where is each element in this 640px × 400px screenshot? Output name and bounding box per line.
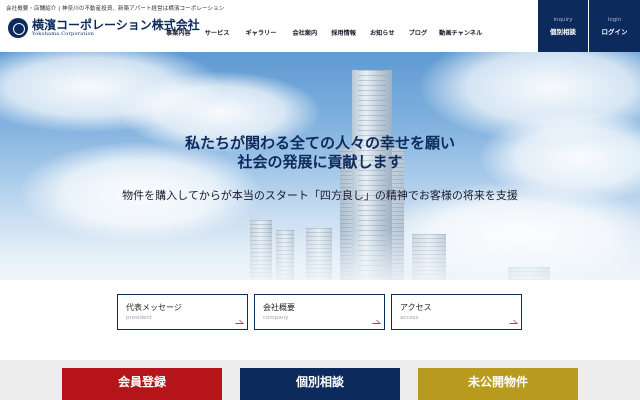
hero-banner: 私たちが関わる全ての人々の幸せを願い 社会の発展に貢献します 物件を購入してから… — [0, 52, 640, 280]
card-company-overview[interactable]: 会社概要 company — [254, 294, 385, 330]
card-subtitle: access — [400, 315, 419, 321]
login-button-en: login — [607, 17, 622, 23]
nav-item-business[interactable]: 事業内容 — [166, 28, 191, 37]
site-header: 会社概要・店舗紹介 | 神奈川の不動産投資、新築アパート経営は横濱コーポレーショ… — [0, 0, 640, 52]
hero-subheadline: 物件を購入してからが本当のスタート「四方良し」の精神でお客様の将来を支援 — [122, 189, 518, 202]
card-subtitle: company — [263, 315, 289, 321]
cta-bar: 会員登録 個別相談 未公開物件 — [0, 360, 640, 400]
arrow-right-icon — [369, 320, 381, 324]
card-title: 会社概要 — [263, 303, 295, 312]
card-title: 代表メッセージ — [126, 303, 182, 312]
main-nav: 事業内容 サービス ギャラリー 会社案内 採用情報 お知らせ ブログ 動画チャン… — [166, 28, 482, 37]
nav-item-video[interactable]: 動画チャンネル — [439, 28, 482, 37]
card-access[interactable]: アクセス access — [391, 294, 522, 330]
header-consult-button[interactable]: inquiry 個別相談 — [538, 0, 588, 52]
page: 会社概要・店舗紹介 | 神奈川の不動産投資、新築アパート経営は横濱コーポレーショ… — [0, 0, 640, 400]
header-tagline: 会社概要・店舗紹介 | 神奈川の不動産投資、新築アパート経営は横濱コーポレーショ… — [6, 6, 225, 12]
nav-item-gallery[interactable]: ギャラリー — [246, 28, 277, 37]
consult-button-label: 個別相談 — [550, 28, 576, 36]
arrow-right-icon — [506, 320, 518, 324]
unpublished-properties-button[interactable]: 未公開物件 — [418, 368, 578, 400]
hero-headline-2: 社会の発展に貢献します — [237, 153, 403, 171]
hero-headline-1: 私たちが関わる全ての人々の幸せを願い — [184, 134, 455, 152]
member-register-button[interactable]: 会員登録 — [62, 368, 222, 400]
card-subtitle: president — [126, 315, 152, 321]
card-president-message[interactable]: 代表メッセージ president — [117, 294, 248, 330]
info-cards: 代表メッセージ president 会社概要 company アクセス acce… — [0, 280, 640, 360]
consult-button-en: inquiry — [553, 17, 573, 23]
login-button-label: ログイン — [601, 28, 628, 36]
nav-item-company[interactable]: 会社案内 — [292, 28, 317, 37]
consultation-button[interactable]: 個別相談 — [240, 368, 400, 400]
header-login-button[interactable]: login ログイン — [589, 0, 640, 52]
logo-emblem-icon — [8, 18, 28, 38]
nav-item-news[interactable]: お知らせ — [370, 28, 395, 37]
nav-item-recruit[interactable]: 採用情報 — [331, 28, 356, 37]
nav-item-service[interactable]: サービス — [205, 28, 230, 37]
nav-item-blog[interactable]: ブログ — [409, 28, 428, 37]
arrow-right-icon — [232, 320, 244, 324]
card-title: アクセス — [400, 303, 432, 312]
hero-fade — [0, 230, 640, 280]
